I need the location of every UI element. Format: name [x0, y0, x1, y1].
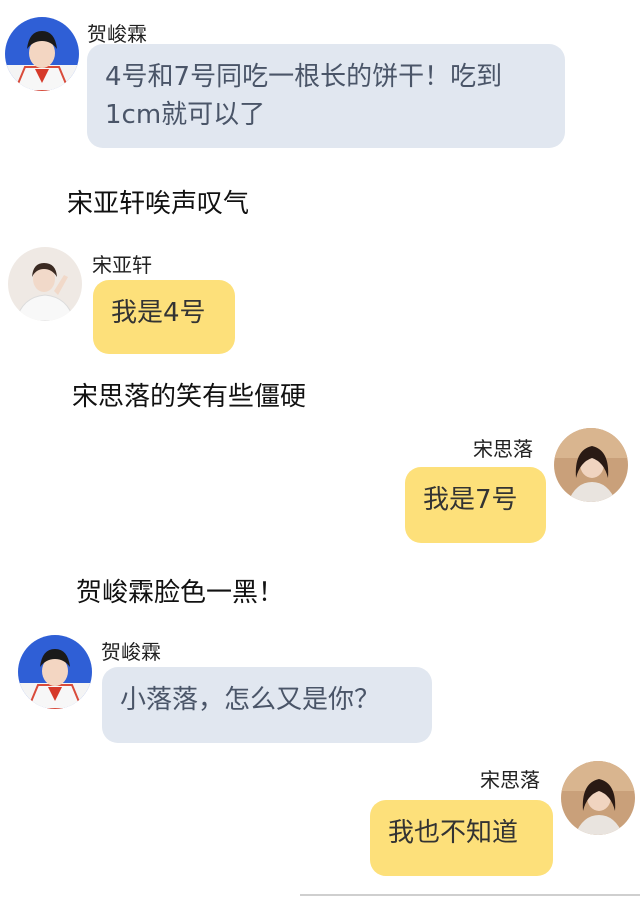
message-bubble[interactable]: 我也不知道 — [370, 800, 553, 876]
avatar-song-siluo[interactable] — [561, 761, 635, 835]
speaker-name: 贺峻霖 — [87, 22, 147, 46]
message-bubble[interactable]: 我是7号 — [405, 467, 546, 543]
narration-text: 宋思落的笑有些僵硬 — [72, 382, 307, 412]
message-bubble[interactable]: 4号和7号同吃一根长的饼干！吃到1cm就可以了 — [87, 44, 565, 148]
message-bubble[interactable]: 我是4号 — [93, 280, 235, 354]
message-bubble[interactable]: 小落落，怎么又是你？ — [102, 667, 432, 743]
speaker-name: 贺峻霖 — [101, 640, 161, 664]
avatar-song-siluo[interactable] — [554, 428, 628, 502]
narration-text: 贺峻霖脸色一黑！ — [76, 578, 285, 608]
speaker-name: 宋思落 — [480, 768, 540, 792]
speaker-name: 宋思落 — [473, 437, 533, 461]
avatar-he-junlin[interactable] — [18, 635, 92, 709]
speaker-name: 宋亚轩 — [92, 253, 152, 277]
bottom-divider — [300, 894, 640, 896]
avatar-he-junlin[interactable] — [5, 17, 79, 91]
narration-text: 宋亚轩唉声叹气 — [67, 189, 250, 219]
avatar-song-yaxuan[interactable] — [8, 247, 82, 321]
